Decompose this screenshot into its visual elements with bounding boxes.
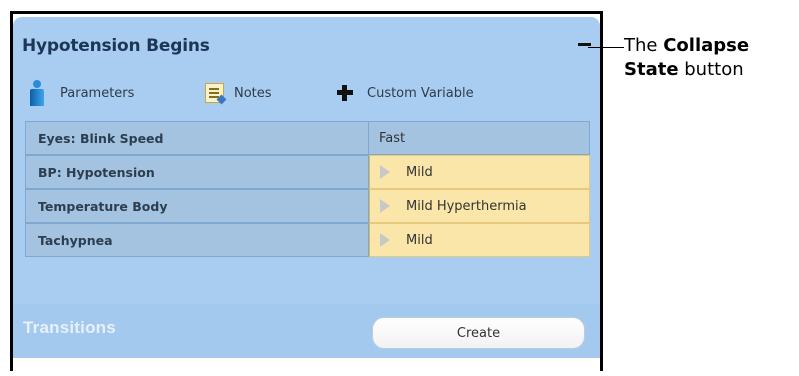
callout-bold-collapse: Collapse	[663, 35, 750, 56]
parameters-button[interactable]: Parameters	[28, 80, 134, 106]
create-transition-button[interactable]: Create	[372, 317, 585, 349]
parameter-value-cell[interactable]: Mild Hyperthermia	[369, 189, 590, 223]
parameter-value-cell[interactable]: Mild	[369, 155, 590, 189]
panel-bottom-strip	[13, 358, 600, 371]
custom-variable-label: Custom Variable	[367, 85, 474, 101]
callout-suffix: button	[678, 59, 744, 80]
parameter-name: Eyes: Blink Speed	[38, 130, 164, 146]
collapse-state-button[interactable]	[576, 37, 594, 51]
parameter-name-cell[interactable]: Eyes: Blink Speed	[25, 121, 369, 155]
parameter-row: Temperature Body Mild Hyperthermia	[25, 189, 590, 223]
parameter-value-cell[interactable]: Fast	[369, 121, 590, 155]
parameter-name-cell[interactable]: Temperature Body	[25, 189, 369, 223]
callout-bold-state: State	[624, 59, 679, 80]
callout-leader-line	[588, 47, 624, 48]
plus-icon	[337, 85, 353, 101]
play-arrow-icon	[380, 165, 390, 179]
parameter-name-cell[interactable]: BP: Hypotension	[25, 155, 369, 189]
play-arrow-icon	[380, 199, 390, 213]
parameter-value: Mild Hyperthermia	[406, 198, 527, 214]
custom-variable-button[interactable]: Custom Variable	[337, 80, 474, 106]
parameter-row: Eyes: Blink Speed Fast	[25, 121, 590, 155]
minus-icon	[578, 43, 591, 46]
parameter-row: BP: Hypotension Mild	[25, 155, 590, 189]
notepad-icon	[205, 83, 227, 105]
parameter-value-cell[interactable]: Mild	[369, 223, 590, 257]
transitions-heading: Transitions	[23, 318, 116, 337]
parameter-name: BP: Hypotension	[38, 164, 155, 180]
person-icon	[28, 80, 50, 106]
notes-label: Notes	[234, 85, 272, 101]
parameters-label: Parameters	[60, 85, 135, 101]
parameter-name-cell[interactable]: Tachypnea	[25, 223, 369, 257]
state-toolbar: Parameters Notes Custom Variable	[13, 80, 600, 106]
parameter-name: Tachypnea	[38, 232, 113, 248]
notes-button[interactable]: Notes	[205, 80, 272, 106]
parameter-name: Temperature Body	[38, 198, 168, 214]
parameter-value: Fast	[379, 130, 406, 146]
state-panel: Hypotension Begins Parameters Notes Cust…	[13, 17, 600, 371]
callout-prefix: The	[624, 35, 664, 56]
parameter-value: Mild	[406, 232, 433, 248]
callout-annotation: The Collapse State button	[624, 34, 799, 82]
parameter-row: Tachypnea Mild	[25, 223, 590, 257]
parameter-value: Mild	[406, 164, 433, 180]
play-arrow-icon	[380, 233, 390, 247]
state-title: Hypotension Begins	[22, 36, 210, 56]
